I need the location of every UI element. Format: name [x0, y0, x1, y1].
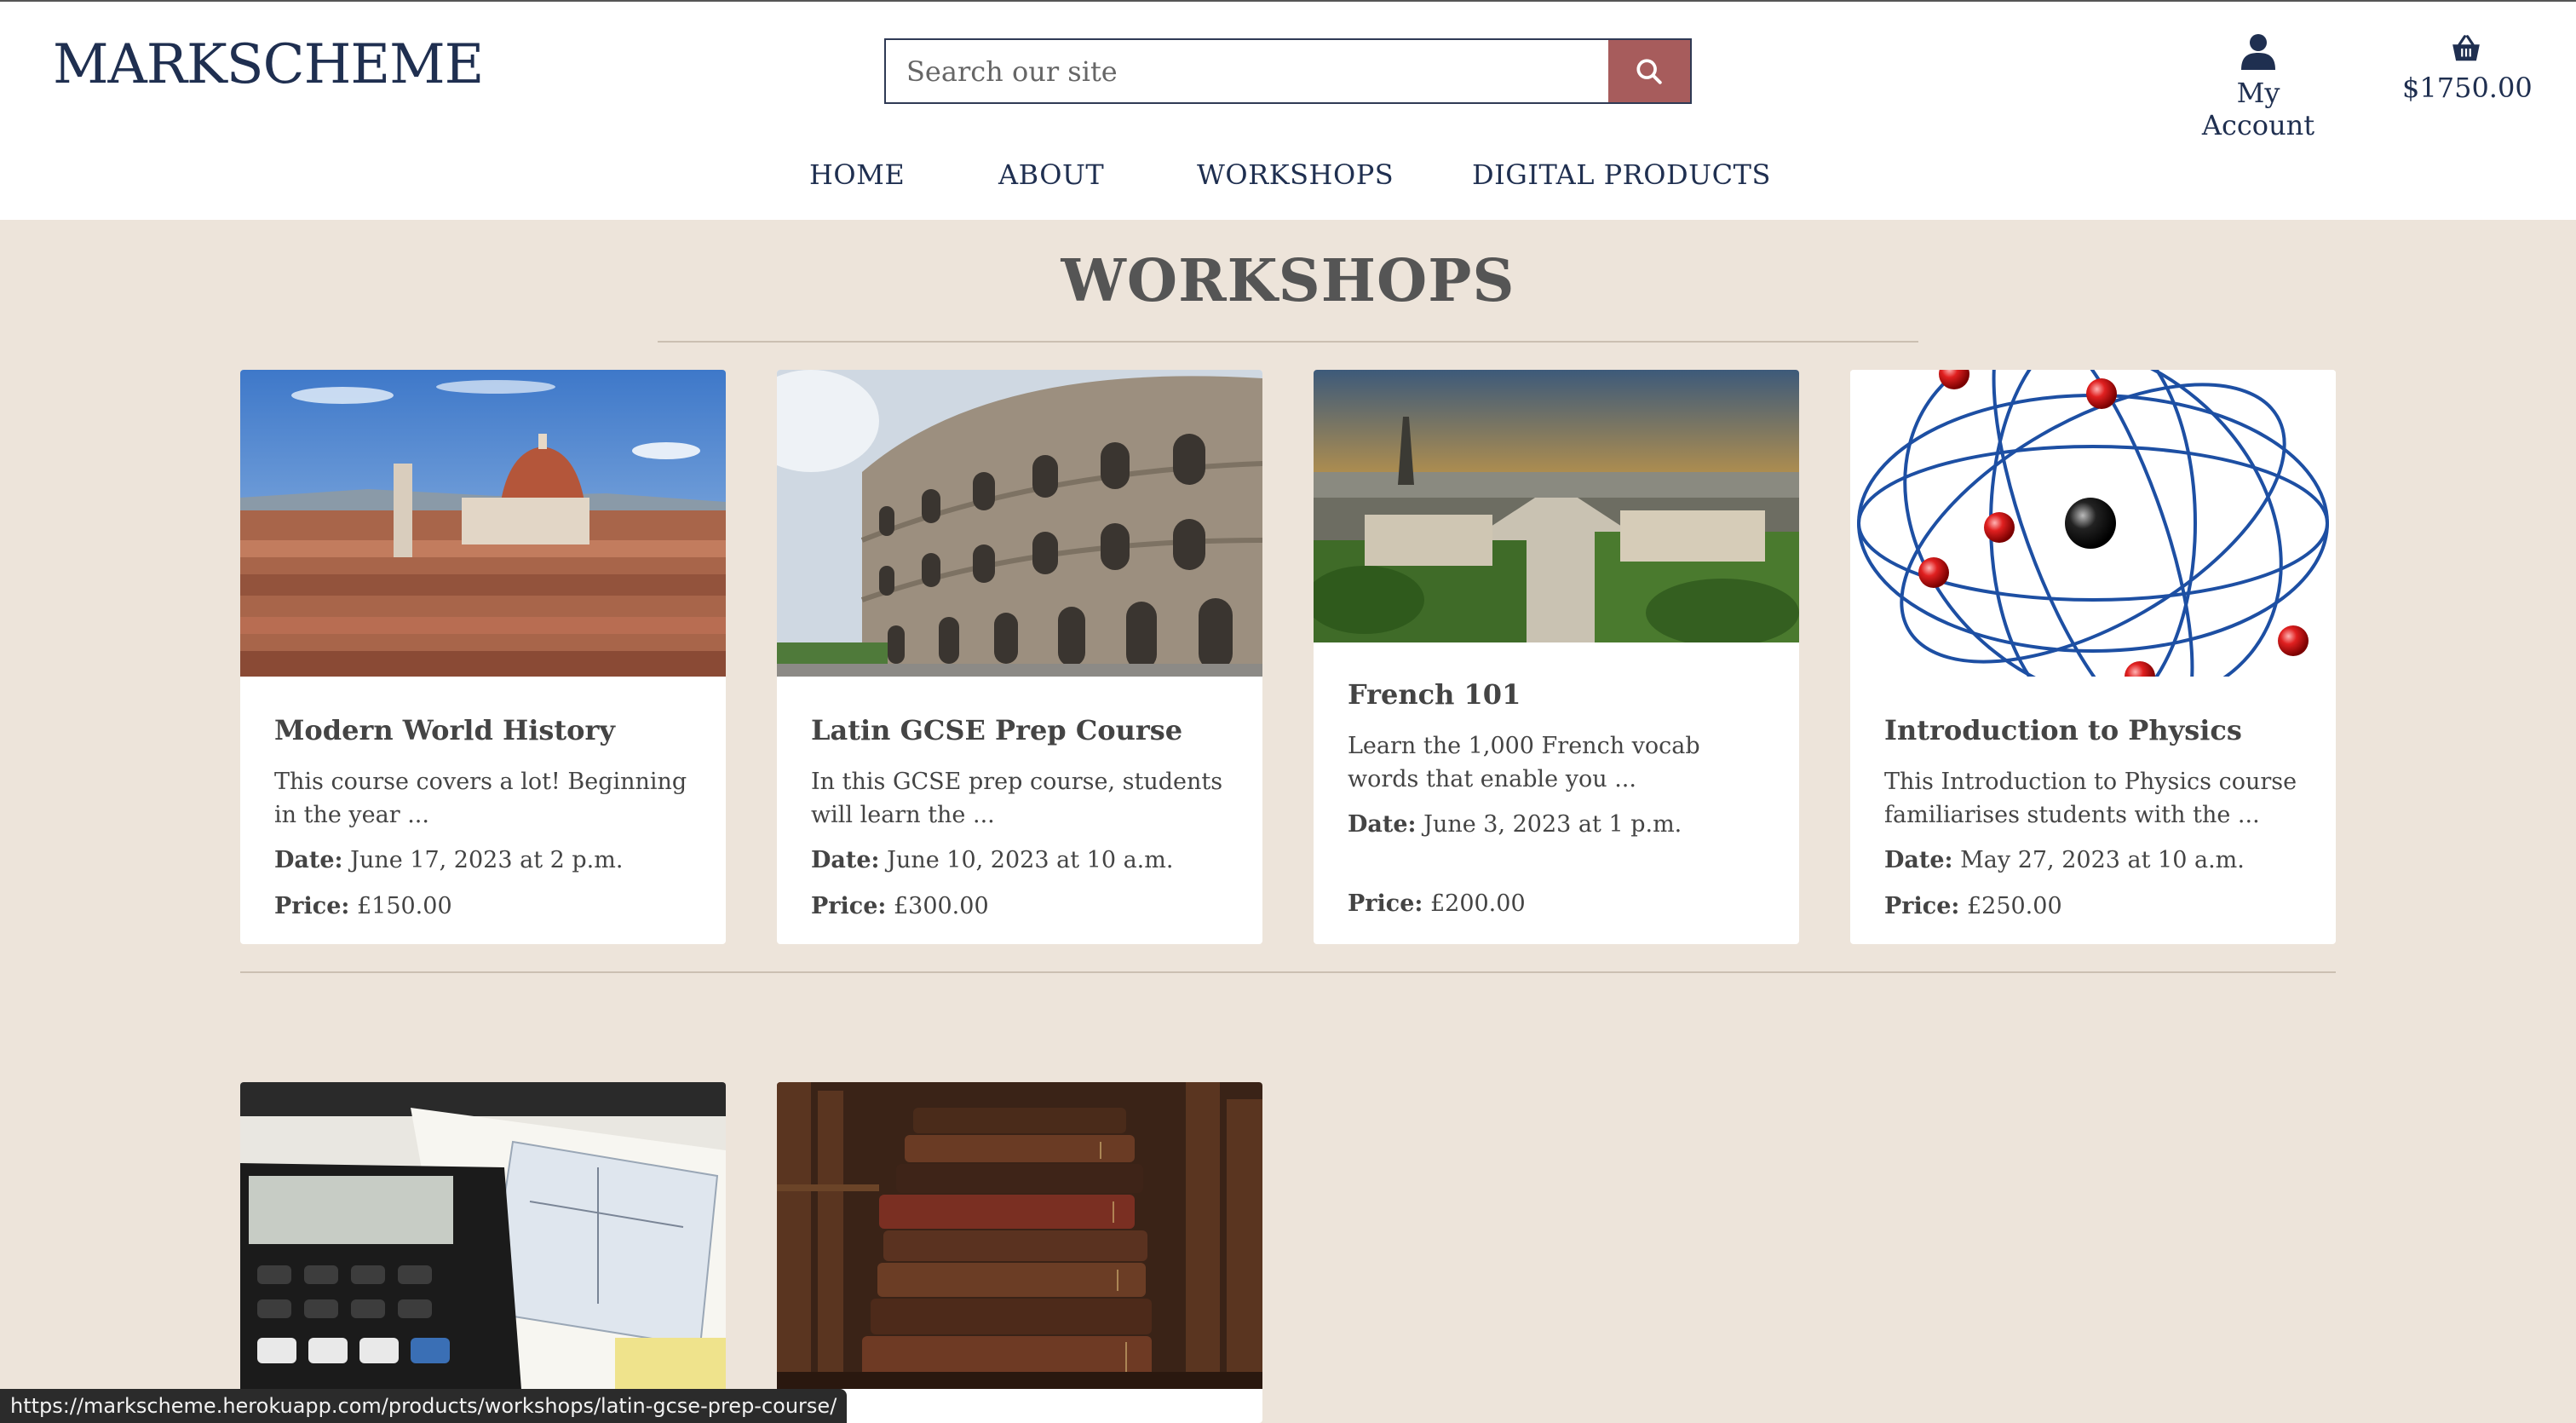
workshop-image-atom[interactable]: [1850, 370, 2336, 677]
workshop-card[interactable]: Modern World History This course covers …: [240, 370, 726, 944]
workshop-date: June 10, 2023 at 10 a.m.: [887, 847, 1174, 873]
date-label: Date:: [811, 847, 880, 873]
search-input[interactable]: [886, 40, 1608, 102]
price-label: Price:: [811, 893, 887, 919]
workshop-card[interactable]: Latin GCSE Prep Course In this GCSE prep…: [777, 370, 1262, 944]
workshop-image-colosseum[interactable]: [777, 370, 1262, 677]
my-account-label: My Account: [2201, 77, 2315, 141]
nav-digital-products[interactable]: DIGITAL PRODUCTS: [1472, 158, 1771, 191]
workshop-image-books[interactable]: [777, 1082, 1262, 1389]
row-divider: [240, 971, 2336, 973]
workshop-title[interactable]: Latin GCSE Prep Course: [811, 714, 1228, 746]
date-label: Date:: [1884, 847, 1953, 873]
workshop-image-calculator[interactable]: [240, 1082, 726, 1389]
nav-workshops[interactable]: WORKSHOPS: [1197, 158, 1394, 191]
basket-icon: [2452, 35, 2480, 61]
site-logo[interactable]: MARKSCHEME: [53, 37, 484, 92]
link-preview-status: https://markscheme.herokuapp.com/product…: [0, 1389, 848, 1423]
main-nav: HOME ABOUT WORKSHOPS DIGITAL PRODUCTS: [0, 158, 2576, 193]
workshop-image-paris[interactable]: [1314, 370, 1799, 642]
workshop-description: Learn the 1,000 French vocab words that …: [1348, 733, 1700, 792]
workshop-price: £150.00: [356, 893, 452, 919]
workshop-title[interactable]: French 101: [1348, 678, 1765, 711]
workshop-title[interactable]: Modern World History: [274, 714, 692, 746]
cart-total: $1750.00: [2402, 72, 2533, 104]
nav-home[interactable]: HOME: [809, 158, 905, 191]
workshop-description: This course covers a lot! Beginning in t…: [274, 769, 687, 828]
search-button[interactable]: [1608, 40, 1690, 102]
workshop-card[interactable]: Introduction to Physics This Introductio…: [1850, 370, 2336, 944]
price-label: Price:: [1884, 893, 1960, 919]
workshop-date: June 3, 2023 at 1 p.m.: [1423, 811, 1682, 838]
workshop-price: £200.00: [1429, 890, 1526, 917]
nav-about[interactable]: ABOUT: [998, 158, 1104, 191]
search-form: [884, 38, 1692, 104]
workshop-card[interactable]: [240, 1082, 726, 1423]
price-label: Price:: [1348, 890, 1423, 917]
shopping-basket-link[interactable]: $1750.00: [2402, 32, 2533, 104]
workshop-title[interactable]: Introduction to Physics: [1884, 714, 2302, 746]
site-header: MARKSCHEME My Account $1750.00 HOME ABOU…: [0, 0, 2576, 220]
my-account-link[interactable]: My Account: [2177, 32, 2339, 141]
workshop-description: This Introduction to Physics course fami…: [1884, 769, 2297, 828]
date-label: Date:: [1348, 811, 1417, 838]
user-icon: [2241, 34, 2275, 70]
workshop-price: £300.00: [893, 893, 989, 919]
price-label: Price:: [274, 893, 350, 919]
workshop-card[interactable]: French 101 Learn the 1,000 French vocab …: [1314, 370, 1799, 944]
page-title: WORKSHOPS: [1061, 247, 1515, 315]
workshop-description: In this GCSE prep course, students will …: [811, 769, 1223, 828]
date-label: Date:: [274, 847, 343, 873]
workshop-image-florence[interactable]: [240, 370, 726, 677]
search-icon: [1636, 58, 1662, 84]
workshop-date: May 27, 2023 at 10 a.m.: [1960, 847, 2245, 873]
workshop-date: June 17, 2023 at 2 p.m.: [350, 847, 624, 873]
workshop-card[interactable]: [777, 1082, 1262, 1423]
title-divider: [658, 341, 1918, 343]
workshop-price: £250.00: [1966, 893, 2062, 919]
